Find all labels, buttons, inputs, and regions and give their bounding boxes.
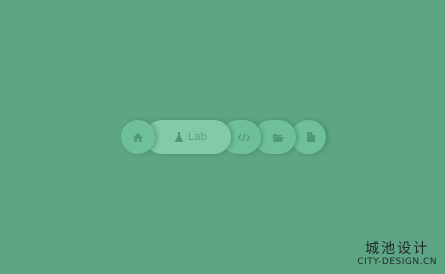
file-button[interactable] [291,120,326,154]
watermark-chinese: 城池设计 [365,241,430,257]
lab-content: Lab [169,131,207,143]
home-button[interactable] [121,120,155,154]
code-icon [238,132,250,142]
file-icon [306,132,315,142]
lab-button[interactable]: Lab [145,120,231,154]
watermark-domain: CITY-DESIGN.CN [357,257,437,267]
home-icon [133,132,143,142]
watermark: 城池设计 CITY-DESIGN.CN [357,241,437,268]
folder-open-icon [272,133,284,142]
lab-label: Lab [188,131,207,143]
flask-icon [175,132,184,142]
breadcrumb-nav: Lab [121,120,326,154]
